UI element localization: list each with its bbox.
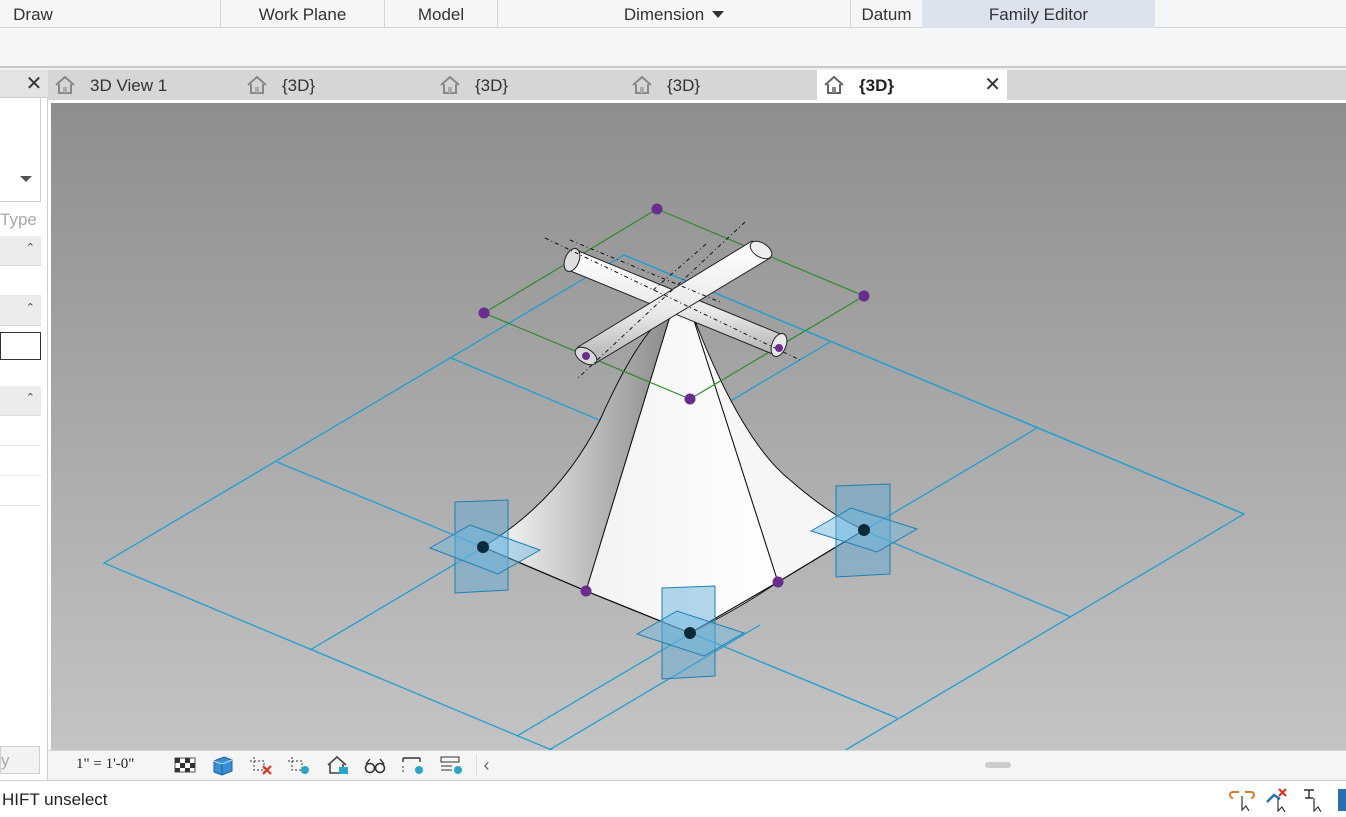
- ribbon-tab-label: Datum: [861, 5, 912, 24]
- house-icon: [55, 75, 75, 94]
- ribbon-tab-label: Model: [417, 5, 465, 24]
- shadows-icon[interactable]: [325, 754, 351, 776]
- horizontal-scrollbar[interactable]: [498, 755, 1346, 775]
- apply-button[interactable]: y: [0, 746, 40, 774]
- property-row[interactable]: [0, 446, 41, 476]
- property-value-field[interactable]: [0, 332, 41, 360]
- view-tab-label: {3D}: [667, 76, 701, 95]
- collapse-icon: ⌃: [25, 392, 35, 404]
- view-tab-label: {3D}: [282, 76, 316, 95]
- ribbon-tab-draw[interactable]: Draw: [0, 0, 66, 28]
- workplane-icon[interactable]: [438, 754, 464, 776]
- ribbon-tab-label: Work Plane: [258, 5, 347, 24]
- view-tab-label: {3D}: [859, 76, 894, 95]
- ribbon-tab-label: Draw: [13, 5, 53, 24]
- view-tab-label: {3D}: [475, 76, 509, 95]
- collapse-icon: ⌃: [25, 242, 35, 254]
- view-tab-3d-view-1[interactable]: 3D View 1: [48, 70, 238, 100]
- property-row: [0, 302, 41, 332]
- property-group-header[interactable]: ⌃: [0, 236, 41, 266]
- select-links-icon[interactable]: [1228, 786, 1256, 812]
- ribbon-tab-datum[interactable]: Datum: [851, 0, 922, 28]
- drag-elements-icon[interactable]: [1300, 786, 1328, 812]
- chevron-down-icon[interactable]: [20, 176, 32, 182]
- ribbon-tab-label: Family Editor: [988, 5, 1089, 24]
- visual-style-icon[interactable]: [210, 754, 236, 776]
- revit-family-editor-window: Draw Work Plane Model Dimension Datum Fa…: [0, 0, 1346, 817]
- view-tab-label: 3D View 1: [90, 76, 168, 95]
- view-control-bar: 1" = 1'-0" ‹: [48, 750, 1346, 778]
- view-tab-3d[interactable]: {3D}: [433, 70, 623, 100]
- property-group-header[interactable]: ⌃: [0, 386, 41, 416]
- property-row[interactable]: [0, 416, 41, 446]
- close-icon[interactable]: ✕: [24, 74, 44, 94]
- edge-icon-clipped[interactable]: [1338, 789, 1346, 811]
- view-scale[interactable]: 1" = 1'-0": [76, 756, 134, 773]
- properties-panel: ✕ Type ⌃ ⌃ ⌃ y: [0, 70, 48, 780]
- temporary-hide-icon[interactable]: [362, 754, 388, 776]
- property-row[interactable]: [0, 266, 41, 296]
- 3d-viewport[interactable]: [48, 100, 1346, 750]
- ribbon-tab-model[interactable]: Model: [385, 0, 497, 28]
- dropdown-caret-icon: [712, 10, 725, 18]
- crop-region-icon[interactable]: [286, 754, 312, 776]
- scroll-left-arrow-icon[interactable]: ‹: [476, 754, 496, 776]
- reveal-hidden-icon[interactable]: [400, 754, 426, 776]
- 3d-model-canvas[interactable]: [51, 103, 1346, 750]
- house-icon: [824, 75, 844, 94]
- property-row[interactable]: [0, 476, 41, 506]
- view-tab-bar: 3D View 1 {3D} {3D} {3D} {3D} ✕: [48, 70, 1346, 100]
- house-icon: [440, 75, 460, 94]
- ribbon-tab-bar: Draw Work Plane Model Dimension Datum Fa…: [0, 0, 1346, 28]
- hide-crop-icon[interactable]: [248, 754, 274, 776]
- scrollbar-thumb[interactable]: [985, 762, 1011, 768]
- house-icon: [247, 75, 267, 94]
- view-tab-3d[interactable]: {3D}: [625, 70, 815, 100]
- status-bar: HIFT unselect: [0, 780, 1346, 817]
- ribbon-panel-area: [0, 28, 1346, 68]
- ribbon-tab-work-plane[interactable]: Work Plane: [221, 0, 384, 28]
- select-pinned-icon[interactable]: [1264, 786, 1292, 812]
- ribbon-tab-family-editor[interactable]: Family Editor: [922, 0, 1155, 28]
- view-tab-3d[interactable]: {3D}: [240, 70, 430, 100]
- status-message: HIFT unselect: [2, 790, 108, 809]
- type-selector[interactable]: [0, 98, 41, 202]
- house-icon: [632, 75, 652, 94]
- edit-type-label[interactable]: Type: [0, 210, 36, 230]
- close-icon[interactable]: ✕: [984, 74, 1001, 96]
- properties-header: ✕: [0, 70, 48, 98]
- ribbon-tab-label: Dimension: [623, 5, 705, 24]
- ribbon-tab-dimension[interactable]: Dimension: [498, 0, 850, 28]
- view-tab-3d-active[interactable]: {3D} ✕: [817, 70, 1007, 100]
- detail-level-icon[interactable]: [172, 754, 198, 776]
